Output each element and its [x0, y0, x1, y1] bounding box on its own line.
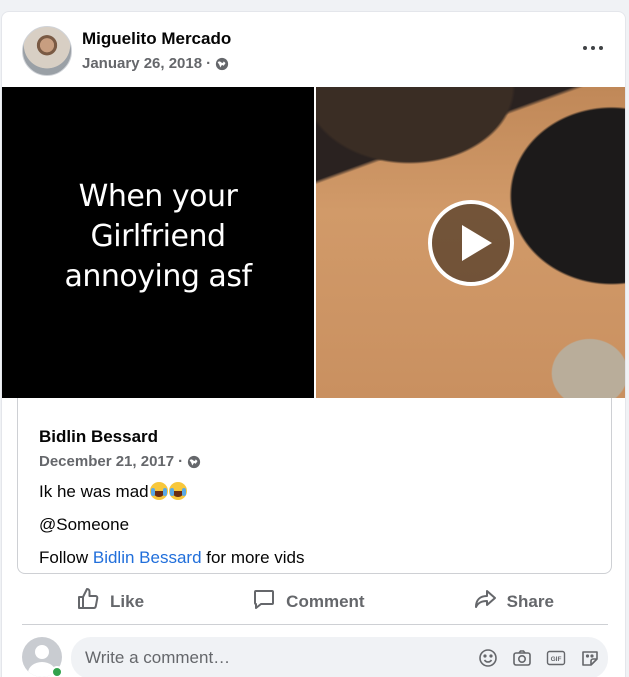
author-avatar[interactable] [22, 26, 72, 76]
post-date[interactable]: January 26, 2018 [82, 55, 202, 72]
shared-text-1: Ik he was mad [39, 482, 149, 501]
comment-composer: GIF [22, 634, 612, 677]
like-label: Like [110, 591, 145, 611]
shared-post-follow-line: Follow Bidlin Bessard for more vids [39, 548, 305, 568]
follow-prefix: Follow [39, 548, 93, 567]
emoji-icon[interactable] [478, 648, 498, 668]
shared-post-meta: December 21, 2017 · [39, 453, 201, 470]
media-video-thumbnail[interactable] [316, 87, 625, 398]
share-label: Share [506, 591, 554, 611]
face-with-tears-of-joy-emoji [149, 482, 168, 500]
media-image-caption[interactable]: When your Girlfriend annoying asf [2, 87, 314, 398]
comment-label: Comment [286, 591, 365, 611]
online-status-indicator [51, 666, 63, 677]
author-name[interactable]: Miguelito Mercado [82, 29, 231, 49]
shared-meta-separator: · [178, 453, 184, 470]
globe-icon [187, 455, 201, 469]
shared-post[interactable]: Bidlin Bessard December 21, 2017 · Ik he… [17, 398, 612, 574]
share-button[interactable]: Share [461, 581, 566, 622]
svg-text:GIF: GIF [551, 656, 562, 663]
play-icon[interactable] [428, 200, 514, 286]
camera-icon[interactable] [512, 648, 532, 668]
media-caption-text: When your Girlfriend annoying asf [64, 178, 252, 294]
post-media: When your Girlfriend annoying asf [2, 87, 625, 398]
gif-icon[interactable]: GIF [546, 648, 566, 668]
shared-author-name[interactable]: Bidlin Bessard [39, 427, 158, 447]
sticker-icon[interactable] [580, 648, 600, 668]
speech-bubble-icon [252, 587, 276, 616]
like-button[interactable]: Like [64, 581, 156, 622]
post-card: Miguelito Mercado January 26, 2018 · Whe… [1, 11, 626, 677]
face-with-tears-of-joy-emoji [168, 482, 187, 500]
shared-post-text-line: Ik he was mad [39, 482, 187, 502]
meta-separator: · [206, 55, 212, 72]
post-header: Miguelito Mercado January 26, 2018 · [2, 12, 625, 88]
follow-suffix: for more vids [201, 548, 305, 567]
action-bar: Like Comment Share [22, 579, 608, 625]
share-arrow-icon [473, 587, 497, 616]
globe-icon[interactable] [215, 57, 229, 71]
follow-link[interactable]: Bidlin Bessard [93, 548, 202, 567]
shared-post-mention: @Someone [39, 515, 130, 534]
thumbs-up-icon [76, 587, 100, 616]
post-meta: January 26, 2018 · [82, 55, 229, 72]
composer-icons: GIF [478, 648, 600, 668]
comment-button[interactable]: Comment [240, 581, 376, 622]
shared-post-date[interactable]: December 21, 2017 [39, 453, 174, 470]
more-options-icon[interactable] [579, 38, 607, 58]
